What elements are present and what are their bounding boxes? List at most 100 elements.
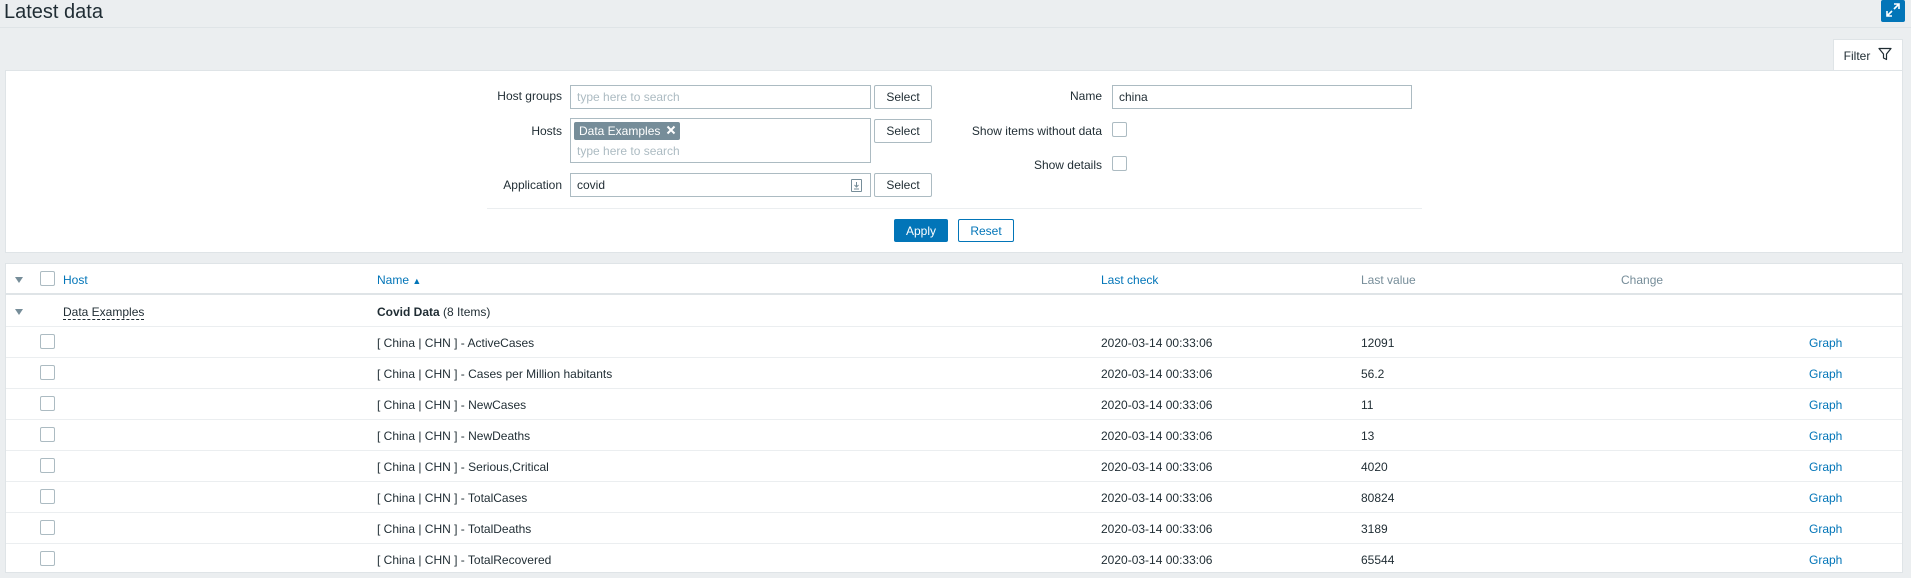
graph-link[interactable]: Graph <box>1809 367 1842 381</box>
group-app-name: Covid Data <box>377 305 440 319</box>
table-header: Host Name ▲ Last check Last value Change <box>6 264 1902 295</box>
item-name: [ China | CHN ] - ActiveCases <box>377 336 535 350</box>
host-groups-label: Host groups <box>497 89 562 103</box>
item-name: [ China | CHN ] - NewDeaths <box>377 429 531 443</box>
latest-data-table: Host Name ▲ Last check Last value Change… <box>5 263 1903 573</box>
application-label: Application <box>503 178 562 192</box>
name-value: china <box>1119 90 1148 104</box>
show-without-data-checkbox[interactable] <box>1112 122 1127 137</box>
item-last-check: 2020-03-14 00:33:06 <box>1101 553 1213 567</box>
item-last-check: 2020-03-14 00:33:06 <box>1101 522 1213 536</box>
group-application: Covid Data (8 Items) <box>377 305 490 319</box>
item-last-value: 12091 <box>1361 336 1395 350</box>
column-last-value: Last value <box>1361 273 1416 287</box>
filter-tab-label: Filter <box>1843 48 1871 63</box>
table-row: [ China | CHN ] - TotalDeaths 2020-03-14… <box>6 513 1902 544</box>
group-host-label: Data Examples <box>63 305 145 320</box>
table-row: [ China | CHN ] - TotalCases 2020-03-14 … <box>6 482 1902 513</box>
sort-asc-icon: ▲ <box>412 276 422 286</box>
item-name: [ China | CHN ] - TotalCases <box>377 491 528 505</box>
item-last-check: 2020-03-14 00:33:06 <box>1101 429 1213 443</box>
apply-button[interactable]: Apply <box>894 219 948 242</box>
item-last-value: 56.2 <box>1361 367 1385 381</box>
show-details-label: Show details <box>1033 158 1102 172</box>
item-name: [ China | CHN ] - Serious,Critical <box>377 460 549 474</box>
column-name[interactable]: Name ▲ <box>377 273 421 287</box>
column-change: Change <box>1621 273 1664 287</box>
column-name-label: Name <box>377 273 410 287</box>
item-last-check: 2020-03-14 00:33:06 <box>1101 398 1213 412</box>
item-last-check: 2020-03-14 00:33:06 <box>1101 491 1213 505</box>
item-name: [ China | CHN ] - NewCases <box>377 398 527 412</box>
host-chip-label: Data Examples <box>579 124 661 138</box>
item-last-value: 11 <box>1361 398 1374 412</box>
hosts-placeholder: type here to search <box>577 144 680 158</box>
table-row: [ China | CHN ] - TotalRecovered 2020-03… <box>6 544 1902 575</box>
suggest-list-icon[interactable] <box>851 179 862 192</box>
item-last-check: 2020-03-14 00:33:06 <box>1101 460 1213 474</box>
group-app-count: (8 Items) <box>443 305 491 319</box>
graph-link[interactable]: Graph <box>1809 491 1842 505</box>
graph-link[interactable]: Graph <box>1809 429 1842 443</box>
hosts-select-button[interactable]: Select <box>874 119 932 143</box>
graph-link[interactable]: Graph <box>1809 398 1842 412</box>
name-label: Name <box>1069 89 1102 103</box>
row-checkbox[interactable] <box>40 520 55 535</box>
item-last-value: 13 <box>1361 429 1375 443</box>
item-last-value: 3189 <box>1361 522 1388 536</box>
application-select-button[interactable]: Select <box>874 173 932 197</box>
remove-chip-icon[interactable] <box>666 124 676 138</box>
show-without-data-label: Show items without data <box>971 124 1102 138</box>
show-details-checkbox[interactable] <box>1112 156 1127 171</box>
host-groups-placeholder: type here to search <box>577 90 680 104</box>
hosts-label: Hosts <box>531 124 562 138</box>
graph-link[interactable]: Graph <box>1809 336 1842 350</box>
item-name: [ China | CHN ] - TotalRecovered <box>377 553 552 567</box>
application-input[interactable]: covid <box>570 173 871 197</box>
group-host-link[interactable]: Data Examples <box>63 305 145 320</box>
collapse-all-icon[interactable] <box>15 277 23 283</box>
select-all-checkbox[interactable] <box>40 271 55 286</box>
row-checkbox[interactable] <box>40 458 55 473</box>
filter-tab[interactable]: Filter <box>1833 39 1903 71</box>
table-row: [ China | CHN ] - Serious,Critical 2020-… <box>6 451 1902 482</box>
host-chip: Data Examples <box>574 122 681 140</box>
graph-link[interactable]: Graph <box>1809 460 1842 474</box>
row-checkbox[interactable] <box>40 396 55 411</box>
column-last-check[interactable]: Last check <box>1101 273 1158 287</box>
funnel-icon <box>1878 47 1892 64</box>
column-host[interactable]: Host <box>63 273 88 287</box>
item-last-value: 4020 <box>1361 460 1388 474</box>
table-row: [ China | CHN ] - NewDeaths 2020-03-14 0… <box>6 420 1902 451</box>
filter-divider <box>487 208 1422 209</box>
expand-icon <box>1886 2 1900 20</box>
filter-panel <box>5 70 1903 253</box>
page-title: Latest data <box>4 1 103 23</box>
fullscreen-button[interactable] <box>1881 0 1905 22</box>
row-checkbox[interactable] <box>40 365 55 380</box>
table-row: [ China | CHN ] - NewCases 2020-03-14 00… <box>6 389 1902 420</box>
title-divider <box>0 27 1911 28</box>
host-groups-input[interactable]: type here to search <box>570 85 871 109</box>
row-checkbox[interactable] <box>40 489 55 504</box>
row-checkbox[interactable] <box>40 551 55 566</box>
group-row: Data Examples Covid Data (8 Items) <box>6 296 1902 327</box>
row-checkbox[interactable] <box>40 427 55 442</box>
host-groups-select-button[interactable]: Select <box>874 85 932 109</box>
application-value: covid <box>577 178 606 192</box>
item-last-check: 2020-03-14 00:33:06 <box>1101 367 1213 381</box>
item-name: [ China | CHN ] - Cases per Million habi… <box>377 367 613 381</box>
collapse-group-icon[interactable] <box>15 309 23 315</box>
hosts-multiselect[interactable]: Data Examples type here to search <box>570 118 871 163</box>
table-row: [ China | CHN ] - ActiveCases 2020-03-14… <box>6 327 1902 358</box>
reset-button[interactable]: Reset <box>958 219 1014 242</box>
item-name: [ China | CHN ] - TotalDeaths <box>377 522 532 536</box>
graph-link[interactable]: Graph <box>1809 553 1842 567</box>
row-checkbox[interactable] <box>40 334 55 349</box>
table-row: [ China | CHN ] - Cases per Million habi… <box>6 358 1902 389</box>
graph-link[interactable]: Graph <box>1809 522 1842 536</box>
item-last-check: 2020-03-14 00:33:06 <box>1101 336 1213 350</box>
item-last-value: 65544 <box>1361 553 1395 567</box>
item-last-value: 80824 <box>1361 491 1395 505</box>
name-input[interactable]: china <box>1112 85 1412 109</box>
